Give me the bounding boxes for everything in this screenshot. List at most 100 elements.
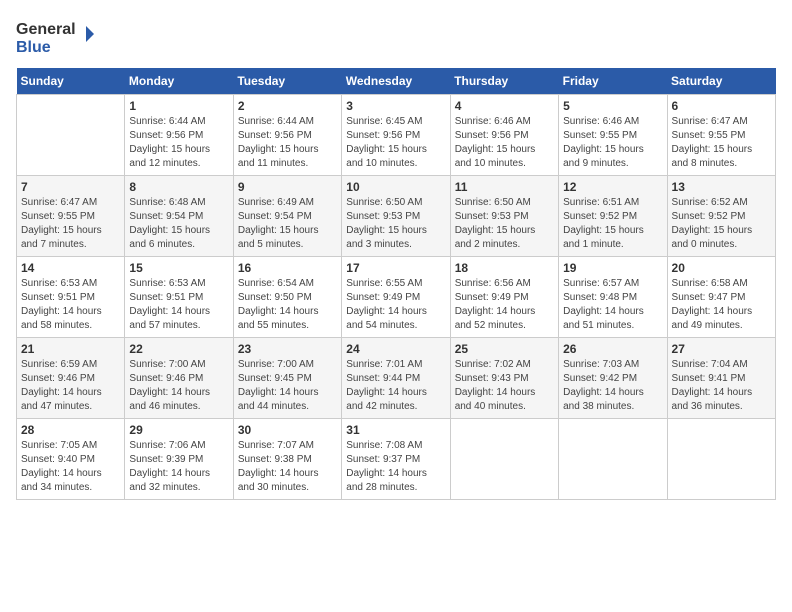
calendar-cell: 21Sunrise: 6:59 AM Sunset: 9:46 PM Dayli…	[17, 338, 125, 419]
day-number: 4	[455, 99, 554, 113]
day-info: Sunrise: 7:00 AM Sunset: 9:46 PM Dayligh…	[129, 358, 228, 414]
calendar-cell: 11 Sunrise: 6:50 AM Sunset: 9:53 PM Dayli…	[450, 176, 558, 257]
day-info: Sunrise: 7:07 AM Sunset: 9:38 PM Dayligh…	[238, 439, 337, 495]
day-number: 25	[455, 342, 554, 356]
day-info: Sunrise: 6:56 AM Sunset: 9:49 PM Dayligh…	[455, 277, 554, 333]
calendar-cell: 2 Sunrise: 6:44 AM Sunset: 9:56 PM Daylig…	[233, 95, 341, 176]
day-info: Sunrise: 6:47 AM Sunset: 9:55 PM Dayligh…	[672, 115, 771, 171]
day-info: Sunrise: 7:06 AM Sunset: 9:39 PM Dayligh…	[129, 439, 228, 495]
day-info: Sunrise: 6:58 AM Sunset: 9:47 PM Dayligh…	[672, 277, 771, 333]
calendar-cell: 16 Sunrise: 6:54 AM Sunset: 9:50 PM Dayli…	[233, 257, 341, 338]
weekday-header-friday: Friday	[559, 68, 667, 95]
day-info: Sunrise: 6:50 AM Sunset: 9:53 PM Dayligh…	[455, 196, 554, 252]
day-info: Sunrise: 6:54 AM Sunset: 9:50 PM Dayligh…	[238, 277, 337, 333]
calendar-cell	[667, 419, 775, 500]
calendar-header: SundayMondayTuesdayWednesdayThursdayFrid…	[17, 68, 776, 95]
day-number: 5	[563, 99, 662, 113]
calendar-cell: 7Sunrise: 6:47 AM Sunset: 9:55 PM Daylig…	[17, 176, 125, 257]
day-number: 29	[129, 423, 228, 437]
day-number: 19	[563, 261, 662, 275]
calendar-cell: 26 Sunrise: 7:03 AM Sunset: 9:42 PM Dayli…	[559, 338, 667, 419]
calendar-week-2: 7Sunrise: 6:47 AM Sunset: 9:55 PM Daylig…	[17, 176, 776, 257]
logo: GeneralBlue	[16, 16, 96, 60]
calendar-cell: 17 Sunrise: 6:55 AM Sunset: 9:49 PM Dayli…	[342, 257, 450, 338]
day-number: 13	[672, 180, 771, 194]
day-info: Sunrise: 6:48 AM Sunset: 9:54 PM Dayligh…	[129, 196, 228, 252]
calendar-cell: 28Sunrise: 7:05 AM Sunset: 9:40 PM Dayli…	[17, 419, 125, 500]
day-info: Sunrise: 7:01 AM Sunset: 9:44 PM Dayligh…	[346, 358, 445, 414]
svg-text:General: General	[16, 21, 76, 38]
day-number: 10	[346, 180, 445, 194]
weekday-header-sunday: Sunday	[17, 68, 125, 95]
calendar-cell: 18 Sunrise: 6:56 AM Sunset: 9:49 PM Dayli…	[450, 257, 558, 338]
day-info: Sunrise: 6:51 AM Sunset: 9:52 PM Dayligh…	[563, 196, 662, 252]
calendar-cell	[559, 419, 667, 500]
weekday-header-monday: Monday	[125, 68, 233, 95]
calendar-cell: 22 Sunrise: 7:00 AM Sunset: 9:46 PM Dayli…	[125, 338, 233, 419]
day-number: 12	[563, 180, 662, 194]
day-info: Sunrise: 6:44 AM Sunset: 9:56 PM Dayligh…	[238, 115, 337, 171]
day-info: Sunrise: 6:55 AM Sunset: 9:49 PM Dayligh…	[346, 277, 445, 333]
calendar-cell: 23 Sunrise: 7:00 AM Sunset: 9:45 PM Dayli…	[233, 338, 341, 419]
day-number: 24	[346, 342, 445, 356]
day-info: Sunrise: 7:08 AM Sunset: 9:37 PM Dayligh…	[346, 439, 445, 495]
day-number: 1	[129, 99, 228, 113]
day-number: 8	[129, 180, 228, 194]
day-info: Sunrise: 6:50 AM Sunset: 9:53 PM Dayligh…	[346, 196, 445, 252]
calendar-body: 1 Sunrise: 6:44 AM Sunset: 9:56 PM Daylig…	[17, 95, 776, 500]
day-info: Sunrise: 6:46 AM Sunset: 9:56 PM Dayligh…	[455, 115, 554, 171]
calendar-week-5: 28Sunrise: 7:05 AM Sunset: 9:40 PM Dayli…	[17, 419, 776, 500]
day-number: 28	[21, 423, 120, 437]
day-info: Sunrise: 6:53 AM Sunset: 9:51 PM Dayligh…	[21, 277, 120, 333]
calendar-cell: 4 Sunrise: 6:46 AM Sunset: 9:56 PM Daylig…	[450, 95, 558, 176]
weekday-header-wednesday: Wednesday	[342, 68, 450, 95]
calendar-week-1: 1 Sunrise: 6:44 AM Sunset: 9:56 PM Daylig…	[17, 95, 776, 176]
calendar-table: SundayMondayTuesdayWednesdayThursdayFrid…	[16, 68, 776, 500]
day-number: 22	[129, 342, 228, 356]
day-number: 14	[21, 261, 120, 275]
calendar-week-3: 14 Sunrise: 6:53 AM Sunset: 9:51 PM Dayli…	[17, 257, 776, 338]
day-number: 20	[672, 261, 771, 275]
calendar-cell: 30 Sunrise: 7:07 AM Sunset: 9:38 PM Dayli…	[233, 419, 341, 500]
calendar-cell: 8 Sunrise: 6:48 AM Sunset: 9:54 PM Daylig…	[125, 176, 233, 257]
day-info: Sunrise: 6:59 AM Sunset: 9:46 PM Dayligh…	[21, 358, 120, 414]
calendar-cell: 25Sunrise: 7:02 AM Sunset: 9:43 PM Dayli…	[450, 338, 558, 419]
day-number: 6	[672, 99, 771, 113]
day-number: 11	[455, 180, 554, 194]
day-number: 3	[346, 99, 445, 113]
calendar-cell: 14 Sunrise: 6:53 AM Sunset: 9:51 PM Dayli…	[17, 257, 125, 338]
logo-svg: GeneralBlue	[16, 16, 96, 60]
calendar-cell: 29 Sunrise: 7:06 AM Sunset: 9:39 PM Dayli…	[125, 419, 233, 500]
svg-text:Blue: Blue	[16, 39, 51, 56]
day-number: 9	[238, 180, 337, 194]
day-info: Sunrise: 6:53 AM Sunset: 9:51 PM Dayligh…	[129, 277, 228, 333]
calendar-cell: 27Sunrise: 7:04 AM Sunset: 9:41 PM Dayli…	[667, 338, 775, 419]
calendar-cell: 20 Sunrise: 6:58 AM Sunset: 9:47 PM Dayli…	[667, 257, 775, 338]
day-info: Sunrise: 7:00 AM Sunset: 9:45 PM Dayligh…	[238, 358, 337, 414]
calendar-cell: 6 Sunrise: 6:47 AM Sunset: 9:55 PM Daylig…	[667, 95, 775, 176]
weekday-header-saturday: Saturday	[667, 68, 775, 95]
day-number: 17	[346, 261, 445, 275]
calendar-week-4: 21Sunrise: 6:59 AM Sunset: 9:46 PM Dayli…	[17, 338, 776, 419]
day-number: 26	[563, 342, 662, 356]
day-number: 16	[238, 261, 337, 275]
day-info: Sunrise: 6:49 AM Sunset: 9:54 PM Dayligh…	[238, 196, 337, 252]
weekday-header-tuesday: Tuesday	[233, 68, 341, 95]
weekday-row: SundayMondayTuesdayWednesdayThursdayFrid…	[17, 68, 776, 95]
day-number: 30	[238, 423, 337, 437]
calendar-cell: 9 Sunrise: 6:49 AM Sunset: 9:54 PM Daylig…	[233, 176, 341, 257]
calendar-cell	[450, 419, 558, 500]
calendar-cell: 19Sunrise: 6:57 AM Sunset: 9:48 PM Dayli…	[559, 257, 667, 338]
day-info: Sunrise: 6:47 AM Sunset: 9:55 PM Dayligh…	[21, 196, 120, 252]
day-number: 2	[238, 99, 337, 113]
day-number: 18	[455, 261, 554, 275]
calendar-cell: 24 Sunrise: 7:01 AM Sunset: 9:44 PM Dayli…	[342, 338, 450, 419]
calendar-cell: 13Sunrise: 6:52 AM Sunset: 9:52 PM Dayli…	[667, 176, 775, 257]
day-info: Sunrise: 6:46 AM Sunset: 9:55 PM Dayligh…	[563, 115, 662, 171]
day-info: Sunrise: 7:04 AM Sunset: 9:41 PM Dayligh…	[672, 358, 771, 414]
weekday-header-thursday: Thursday	[450, 68, 558, 95]
day-number: 23	[238, 342, 337, 356]
calendar-cell: 31Sunrise: 7:08 AM Sunset: 9:37 PM Dayli…	[342, 419, 450, 500]
calendar-cell: 1Sunrise: 6:44 AM Sunset: 9:56 PM Daylig…	[125, 95, 233, 176]
day-info: Sunrise: 7:03 AM Sunset: 9:42 PM Dayligh…	[563, 358, 662, 414]
